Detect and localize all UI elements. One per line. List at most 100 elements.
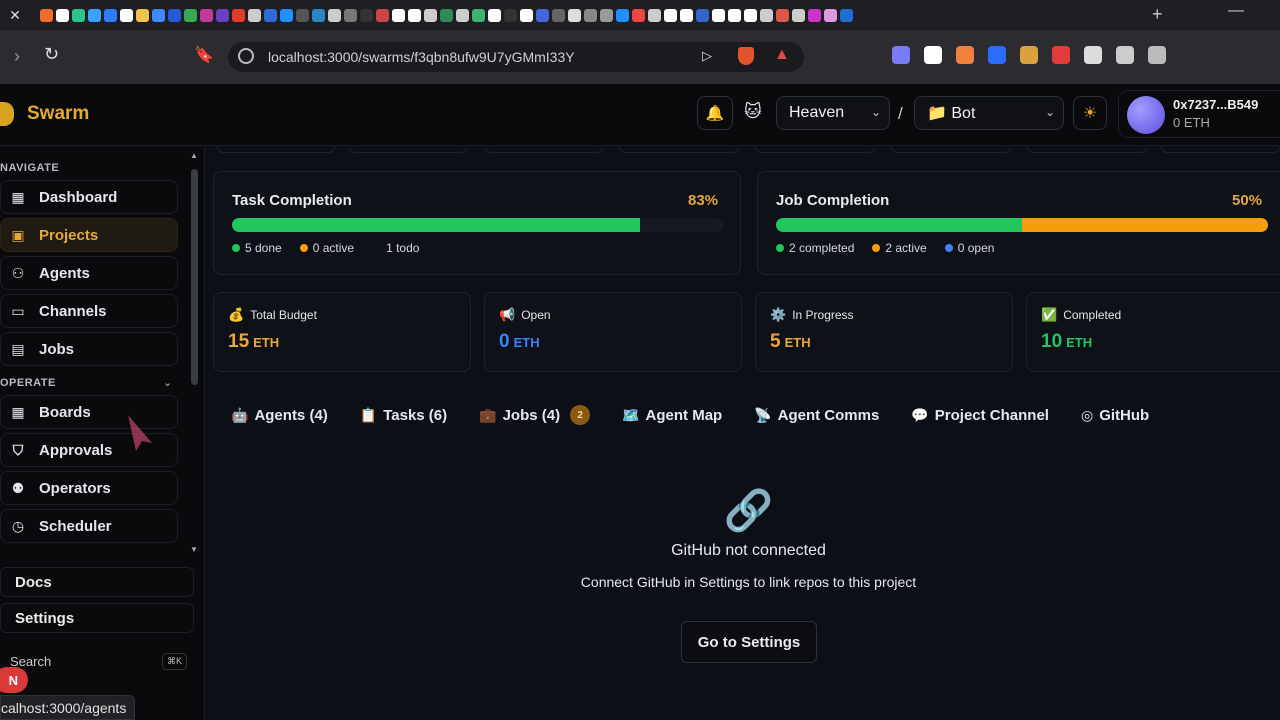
tab-favicon-icon[interactable] [248, 8, 261, 22]
brave-shields-icon[interactable] [738, 47, 754, 65]
search-button[interactable]: Search ⌘K [0, 650, 194, 672]
theme-toggle-button[interactable]: ☀ [1073, 96, 1107, 130]
tab-favicon-icon[interactable] [488, 8, 501, 22]
tab-favicon-icon[interactable] [408, 8, 421, 22]
tab-favicon-icon[interactable] [776, 8, 789, 22]
tab-favicon-icon[interactable] [808, 8, 821, 22]
scroll-up-icon[interactable]: ▲ [190, 151, 198, 160]
extension-icon[interactable] [924, 46, 942, 64]
agent-avatar-icon[interactable]: 🐱 [744, 102, 762, 122]
tab-github[interactable]: ◎ GitHub [1081, 405, 1149, 425]
sidebar-item-dashboard[interactable]: ▦ Dashboard [0, 180, 178, 214]
tab-favicon-icon[interactable] [664, 8, 677, 22]
tab-favicon-icon[interactable] [728, 8, 741, 22]
minimize-window-button[interactable]: — [1228, 2, 1244, 20]
go-to-settings-button[interactable]: Go to Settings [681, 621, 817, 663]
extension-icon[interactable] [1148, 46, 1166, 64]
tab-tasks[interactable]: 📋 Tasks (6) [360, 405, 447, 425]
sidebar-item-settings[interactable]: Settings [0, 603, 194, 633]
forward-icon[interactable]: › [14, 46, 20, 67]
tab-favicon-icon[interactable] [584, 8, 597, 22]
tab-favicon-icon[interactable] [56, 8, 69, 22]
tab-favicon-icon[interactable] [504, 8, 517, 22]
tab-favicon-icon[interactable] [216, 8, 229, 22]
tab-favicon-icon[interactable] [696, 8, 709, 22]
scroll-down-icon[interactable]: ▼ [190, 545, 198, 554]
tab-favicon-icon[interactable] [168, 8, 181, 22]
tab-favicon-icon[interactable] [392, 8, 405, 22]
tab-favicon-icon[interactable] [520, 8, 533, 22]
tab-favicon-icon[interactable] [232, 8, 245, 22]
tab-project-channel[interactable]: 💬 Project Channel [911, 405, 1049, 425]
tab-favicon-icon[interactable] [312, 8, 325, 22]
extension-icon[interactable] [1084, 46, 1102, 64]
sidebar-item-jobs[interactable]: ▤ Jobs [0, 332, 178, 366]
tab-agents[interactable]: 🤖 Agents (4) [231, 405, 328, 425]
url-text[interactable]: localhost:3000/swarms/f3qbn8ufw9U7yGMmI3… [268, 49, 575, 65]
extension-icon[interactable] [1020, 46, 1038, 64]
tab-favicon-icon[interactable] [376, 8, 389, 22]
tab-favicon-icon[interactable] [200, 8, 213, 22]
sidebar-item-scheduler[interactable]: ◷ Scheduler [0, 509, 178, 543]
bookmark-icon[interactable]: 🔖 [194, 45, 214, 65]
reload-icon[interactable]: ↻ [44, 44, 59, 65]
notifications-button[interactable]: 🔔 [697, 96, 733, 130]
address-bar[interactable]: localhost:3000/swarms/f3qbn8ufw9U7yGMmI3… [228, 42, 804, 72]
extension-icon[interactable] [1052, 46, 1070, 64]
sidebar-item-channels[interactable]: ▭ Channels [0, 294, 178, 328]
tab-favicon-icon[interactable] [632, 8, 645, 22]
extension-icon[interactable] [892, 46, 910, 64]
tab-favicon-icon[interactable] [824, 8, 837, 22]
tab-favicon-icon[interactable] [840, 8, 853, 22]
tab-agent-comms[interactable]: 📡 Agent Comms [754, 405, 879, 425]
app-logo-text[interactable]: Swarm [27, 103, 89, 125]
tab-jobs[interactable]: 💼 Jobs (4) 2 [479, 405, 591, 425]
tab-favicon-icon[interactable] [264, 8, 277, 22]
tab-favicon-icon[interactable] [456, 8, 469, 22]
tab-favicon-icon[interactable] [344, 8, 357, 22]
tab-favicon-icon[interactable] [744, 8, 757, 22]
tab-favicon-icon[interactable] [552, 8, 565, 22]
tab-favicon-icon[interactable] [104, 8, 117, 22]
site-info-icon[interactable] [238, 48, 254, 64]
extension-icon[interactable] [988, 46, 1006, 64]
tab-favicon-icon[interactable] [616, 8, 629, 22]
tab-favicon-icon[interactable] [88, 8, 101, 22]
tab-favicon-icon[interactable] [648, 8, 661, 22]
chevron-down-icon[interactable]: ⌄ [163, 376, 172, 389]
extension-icon[interactable] [956, 46, 974, 64]
tab-favicon-icon[interactable] [472, 8, 485, 22]
tab-favicon-icon[interactable] [184, 8, 197, 22]
tab-favicon-icon[interactable] [328, 8, 341, 22]
tab-favicon-icon[interactable] [360, 8, 373, 22]
project-select[interactable]: 📁 Bot ⌄ [914, 96, 1064, 130]
wallet-button[interactable]: 0x7237...B549 0 ETH [1118, 90, 1280, 138]
new-tab-button[interactable]: + [1152, 4, 1163, 25]
media-play-icon[interactable]: ▷ [702, 48, 712, 64]
tab-favicon-icon[interactable] [440, 8, 453, 22]
tab-favicon-icon[interactable] [280, 8, 293, 22]
tab-favicon-icon[interactable] [40, 8, 53, 22]
sidebar-item-projects[interactable]: ▣ Projects [0, 218, 178, 252]
brave-rewards-icon[interactable]: ▲ [774, 46, 790, 64]
scrollbar-thumb[interactable] [191, 169, 198, 385]
tab-favicon-icon[interactable] [712, 8, 725, 22]
tab-favicon-icon[interactable] [568, 8, 581, 22]
tab-favicon-icon[interactable] [152, 8, 165, 22]
tab-favicon-icon[interactable] [792, 8, 805, 22]
workspace-select[interactable]: Heaven ⌄ [776, 96, 890, 130]
tab-favicon-icon[interactable] [536, 8, 549, 22]
sidebar-item-docs[interactable]: Docs [0, 567, 194, 597]
tab-favicon-icon[interactable] [120, 8, 133, 22]
sidebar-item-agents[interactable]: ⚇ Agents [0, 256, 178, 290]
tab-favicon-icon[interactable] [680, 8, 693, 22]
sidebar-item-operators[interactable]: ⚉ Operators [0, 471, 178, 505]
tab-favicon-icon[interactable] [296, 8, 309, 22]
tab-favicon-icon[interactable] [136, 8, 149, 22]
sidebar-scrollbar[interactable]: ▲ ▼ [189, 151, 199, 554]
tab-favicon-icon[interactable] [760, 8, 773, 22]
tab-favicon-icon[interactable] [600, 8, 613, 22]
extension-icon[interactable] [1116, 46, 1134, 64]
close-tab-icon[interactable]: ✕ [0, 0, 30, 30]
tab-favicon-icon[interactable] [424, 8, 437, 22]
